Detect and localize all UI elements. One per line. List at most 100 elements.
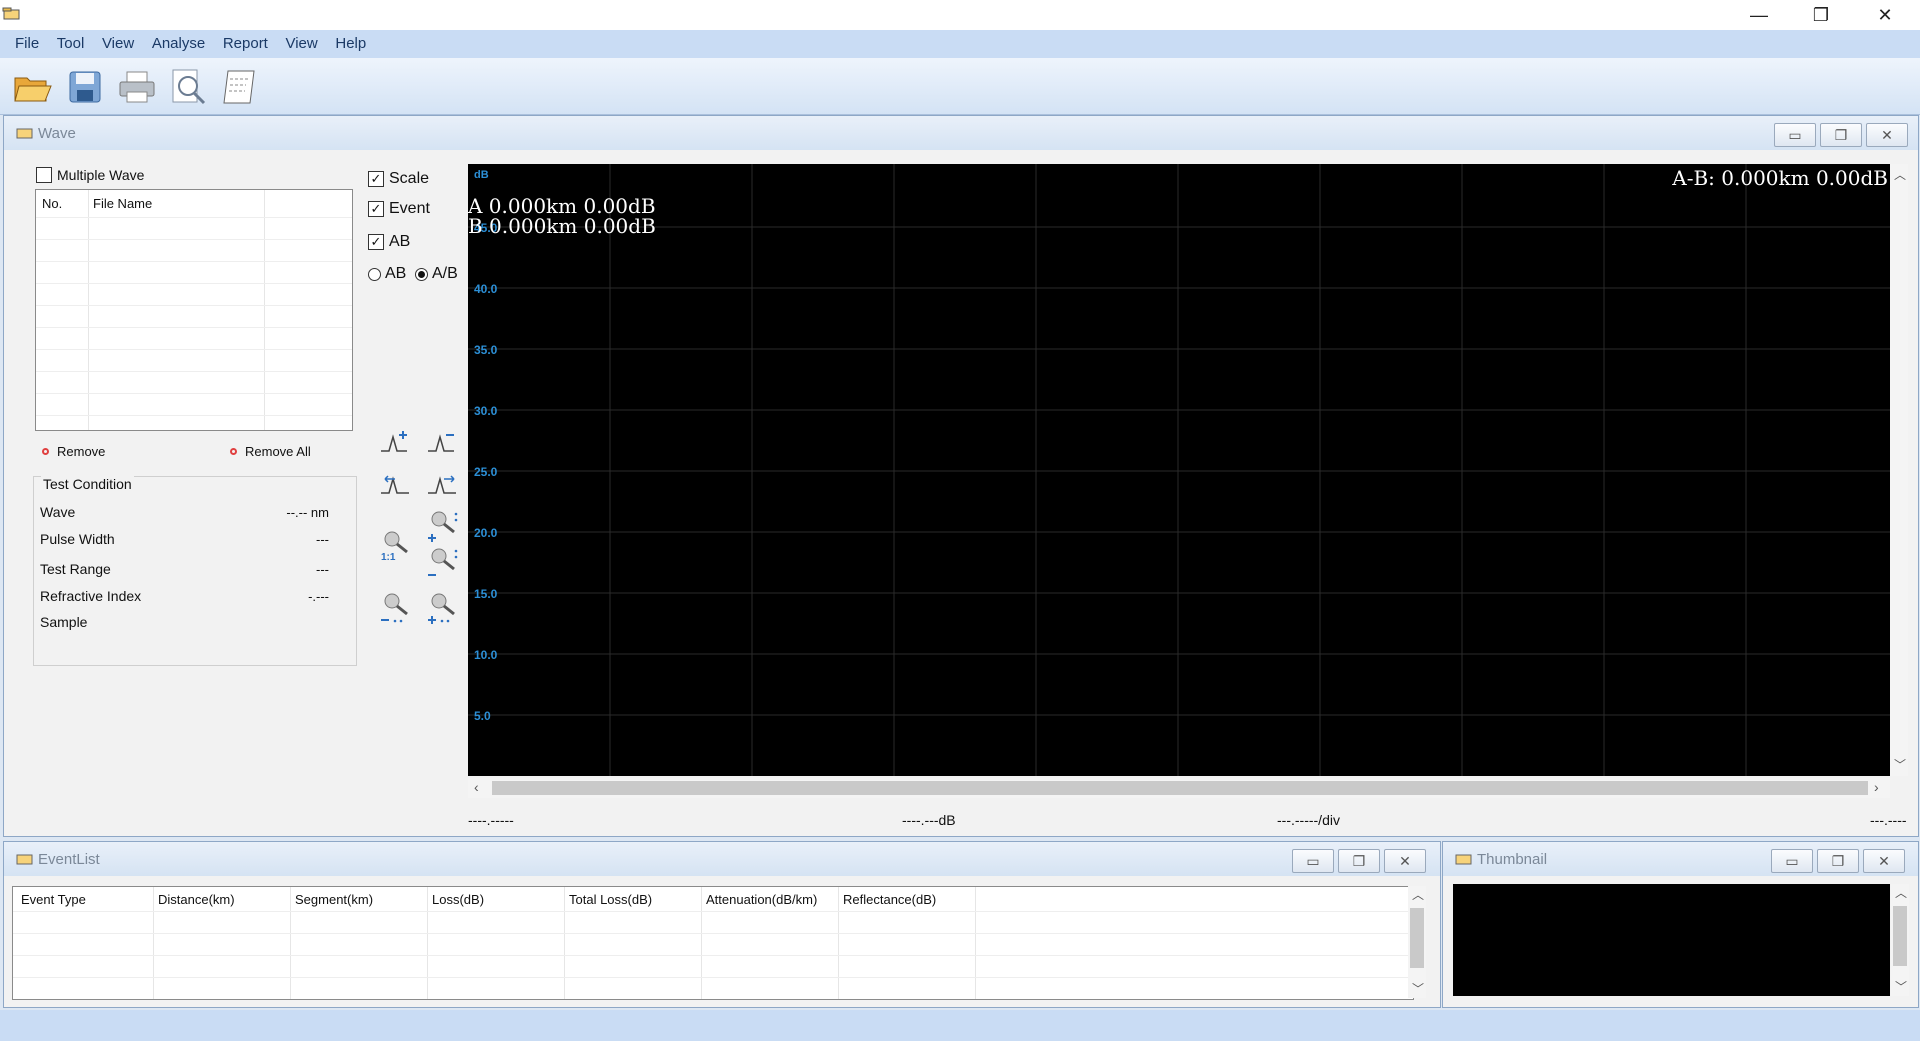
close-button[interactable]: ✕ [1854,0,1916,30]
eventlist-close-button[interactable]: ✕ [1384,849,1426,873]
column-header-reflectance: Reflectance(dB) [843,892,937,907]
radio-ab-label: AB [385,265,407,282]
zoom-in-horizontal-icon[interactable] [426,590,460,624]
wave-restore-button[interactable]: ❐ [1820,123,1862,147]
y-tick: 40.0 [474,282,498,296]
eventlist-minimize-button[interactable]: ▭ [1292,849,1334,873]
title-bar: — ❐ ✕ [0,0,1920,30]
multiple-wave-label: Multiple Wave [57,167,145,183]
status-extra: ---.---- [1870,812,1907,828]
wave-minimize-button[interactable]: ▭ [1774,123,1816,147]
grid-line [36,283,352,284]
eventlist-vertical-scrollbar[interactable]: ︿ ﹀ [1408,886,1426,998]
thumbnail-restore-button[interactable]: ❐ [1817,849,1859,873]
status-scale-div: ---.-----/div [1277,812,1340,828]
checkbox-box [36,167,52,183]
grid-line [838,887,839,999]
menu-help[interactable]: Help [328,30,373,58]
thumbnail-vertical-scrollbar[interactable]: ︿ ﹀ [1891,884,1909,996]
minimize-button[interactable]: — [1728,0,1790,30]
panel-icon [16,128,33,139]
y-tick: 30.0 [474,404,498,418]
zoom-in-vertical-icon[interactable] [426,508,460,542]
otdr-trace-plot[interactable]: dB 45.0 40.0 35.0 30.0 25.0 20.0 15.0 10… [468,164,1890,776]
remove-bullet-icon [42,448,49,455]
cursor-b-readout: B 0.000km 0.00dB [468,214,656,238]
scroll-down-icon[interactable]: ﹀ [1895,978,1907,995]
wave-close-button[interactable]: ✕ [1866,123,1908,147]
move-right-event-icon[interactable] [426,467,460,501]
checkbox-box: ✓ [368,171,384,187]
thumbnail-minimize-button[interactable]: ▭ [1771,849,1813,873]
scroll-thumb[interactable] [1893,906,1907,966]
scroll-down-icon[interactable]: ﹀ [1894,756,1906,773]
menu-file[interactable]: File [8,30,46,58]
a-over-b-radio[interactable]: A/B [415,265,458,283]
print-button[interactable] [114,64,160,110]
save-icon [69,71,101,103]
scroll-left-icon[interactable]: ‹ [474,779,479,795]
grid-line [13,911,1413,912]
zoom-1-1-icon[interactable]: 1:1 [379,528,413,562]
add-event-icon[interactable] [379,425,413,459]
menu-analyse[interactable]: Analyse [145,30,212,58]
remove-all-button[interactable]: Remove All [230,444,311,459]
restore-button[interactable]: ❐ [1790,0,1852,30]
grid-line [36,349,352,350]
tc-label-test-range: Test Range [40,561,111,577]
scroll-down-icon[interactable]: ﹀ [1412,980,1424,997]
grid-line [36,239,352,240]
plot-vertical-scrollbar[interactable]: ︿ ﹀ [1890,164,1908,776]
tc-label-refractive-index: Refractive Index [40,588,142,604]
event-checkbox[interactable]: ✓ Event [368,200,430,218]
tc-label-sample: Sample [40,614,88,630]
menu-report[interactable]: Report [216,30,275,58]
zoom-out-vertical-icon[interactable] [426,545,460,579]
column-header-distance: Distance(km) [158,892,235,907]
thumbnail-view[interactable] [1453,884,1890,996]
menu-view-2[interactable]: View [278,30,324,58]
ab-radio[interactable]: AB [368,265,406,283]
zoom-out-horizontal-icon[interactable] [379,590,413,624]
grid-line [36,261,352,262]
y-tick: 20.0 [474,526,498,540]
scroll-thumb[interactable] [1410,908,1424,968]
status-distance: ----.----- [468,812,514,828]
ab-checkbox[interactable]: ✓ AB [368,233,410,251]
status-bar [0,1010,1920,1041]
print-preview-icon [172,69,206,105]
scroll-up-icon[interactable]: ︿ [1412,886,1424,903]
grid-line [36,371,352,372]
open-icon [14,77,52,102]
file-table: No. File Name [35,189,353,431]
move-left-event-icon[interactable] [379,467,413,501]
scroll-up-icon[interactable]: ︿ [1894,166,1906,183]
scroll-up-icon[interactable]: ︿ [1895,884,1907,901]
eventlist-restore-button[interactable]: ❐ [1338,849,1380,873]
open-button[interactable] [10,64,56,110]
menu-bar: File Tool View Analyse Report View Help [0,30,1920,58]
thumbnail-panel: Thumbnail ▭ ❐ ✕ ︿ ﹀ [1442,841,1919,1008]
grid-line [13,933,1413,934]
save-button[interactable] [62,64,108,110]
checkbox-box: ✓ [368,201,384,217]
grid-line [36,305,352,306]
menu-tool[interactable]: Tool [50,30,92,58]
scale-checkbox[interactable]: ✓ Scale [368,170,429,188]
multiple-wave-checkbox[interactable]: Multiple Wave [36,167,144,183]
radio-circle [415,267,428,281]
plot-horizontal-scrollbar[interactable]: ‹ › [468,778,1890,798]
scroll-thumb[interactable] [492,781,1868,795]
print-icon [119,71,155,103]
menu-view[interactable]: View [95,30,141,58]
grid-line [290,887,291,999]
thumbnail-close-button[interactable]: ✕ [1863,849,1905,873]
y-tick: 35.0 [474,343,498,357]
remove-button[interactable]: Remove [42,444,105,459]
print-preview-button[interactable] [166,64,212,110]
scroll-right-icon[interactable]: › [1874,779,1879,795]
report-button[interactable] [216,64,262,110]
column-header-no: No. [42,196,63,211]
remove-event-icon[interactable] [426,425,460,459]
y-tick: 15.0 [474,587,498,601]
